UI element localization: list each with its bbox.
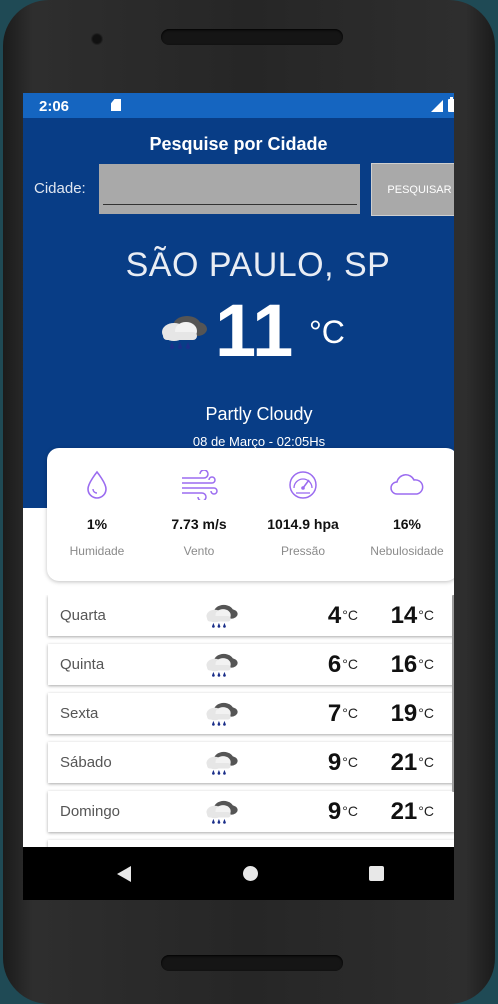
metric-pressure: 1014.9 hpa Pressão	[253, 448, 353, 581]
forecast-day: Quinta	[60, 656, 105, 673]
forecast-min-temp: 7°C	[327, 700, 358, 727]
battery-icon	[448, 97, 454, 112]
cloudiness-label: Nebulosidade	[370, 544, 444, 558]
forecast-row[interactable]: Sexta 7°C 19°C	[48, 693, 454, 734]
rain-cloud-icon	[203, 797, 239, 827]
water-drop-icon	[87, 470, 107, 499]
forecast-row[interactable]: Quarta 4°C 14°C	[48, 595, 454, 636]
humidity-label: Humidade	[69, 544, 125, 558]
home-icon[interactable]	[243, 866, 258, 881]
rain-cloud-icon	[203, 650, 239, 680]
rain-cloud-icon	[157, 314, 209, 350]
forecast-max-temp: 21°C	[390, 798, 434, 825]
weather-condition: Partly Cloudy	[205, 404, 313, 424]
forecast-day: Sexta	[60, 705, 99, 722]
pressure-value: 1014.9 hpa	[267, 516, 339, 532]
temperature-unit: °C	[309, 314, 345, 350]
forecast-min-temp: 6°C	[327, 651, 358, 678]
app-screen: 2:06 Pesquise por Cidade Cidade: PESQUIS…	[23, 93, 454, 900]
forecast-row[interactable]: Quinta 6°C 16°C	[48, 644, 454, 685]
rain-cloud-icon	[203, 748, 239, 778]
city-label: Cidade:	[34, 180, 86, 197]
search-title: Pesquise por Cidade	[149, 134, 328, 154]
forecast-row[interactable]: Domingo 9°C 21°C	[48, 791, 454, 832]
forecast-list[interactable]: Quarta 4°C 14°C Quinta 6°C 16°C Sexta 7°…	[45, 595, 454, 855]
search-button[interactable]: PESQUISAR	[371, 163, 454, 216]
status-bar: 2:06	[23, 93, 454, 118]
bottom-speaker	[161, 955, 343, 971]
rain-cloud-icon	[203, 601, 239, 631]
forecast-max-temp: 21°C	[390, 749, 434, 776]
sd-card-icon	[111, 99, 121, 111]
pressure-label: Pressão	[280, 544, 326, 558]
cloudiness-value: 16%	[392, 516, 422, 532]
forecast-min-temp: 9°C	[327, 749, 358, 776]
city-input-underline	[103, 204, 357, 205]
temperature-value: 11	[215, 289, 294, 372]
weather-details-card: 1% Humidade 7.73 m/s Vento 1014.9 hpa Pr…	[47, 448, 454, 581]
status-time: 2:06	[39, 98, 70, 115]
phone-frame: 2:06 Pesquise por Cidade Cidade: PESQUIS…	[3, 0, 495, 1004]
recent-apps-icon[interactable]	[369, 866, 384, 881]
gauge-icon	[289, 471, 317, 499]
metric-humidity: 1% Humidade	[47, 448, 147, 581]
wind-label: Vento	[183, 544, 215, 558]
city-name: SÃO PAULO, SP	[125, 246, 391, 284]
back-icon[interactable]	[117, 866, 131, 882]
humidity-value: 1%	[86, 516, 108, 532]
update-datetime: 08 de Março - 02:05Hs	[192, 434, 326, 449]
front-camera	[91, 33, 103, 45]
forecast-max-temp: 19°C	[390, 700, 434, 727]
forecast-row[interactable]: Sábado 9°C 21°C	[48, 742, 454, 783]
metric-wind: 7.73 m/s Vento	[149, 448, 249, 581]
navigation-bar	[23, 847, 454, 900]
forecast-min-temp: 9°C	[327, 798, 358, 825]
rain-cloud-icon	[203, 699, 239, 729]
cloud-icon	[390, 474, 424, 495]
wind-value: 7.73 m/s	[171, 516, 227, 532]
forecast-day: Quarta	[60, 607, 106, 624]
wind-icon	[182, 470, 218, 500]
metric-cloudiness: 16% Nebulosidade	[357, 448, 454, 581]
signal-icon	[431, 100, 443, 112]
city-input[interactable]	[99, 164, 360, 214]
forecast-day: Sábado	[60, 754, 112, 771]
forecast-min-temp: 4°C	[327, 602, 358, 629]
forecast-max-temp: 14°C	[390, 602, 434, 629]
earpiece-speaker	[161, 29, 343, 45]
forecast-max-temp: 16°C	[390, 651, 434, 678]
forecast-scrollbar[interactable]	[452, 595, 454, 792]
forecast-day: Domingo	[60, 803, 121, 820]
